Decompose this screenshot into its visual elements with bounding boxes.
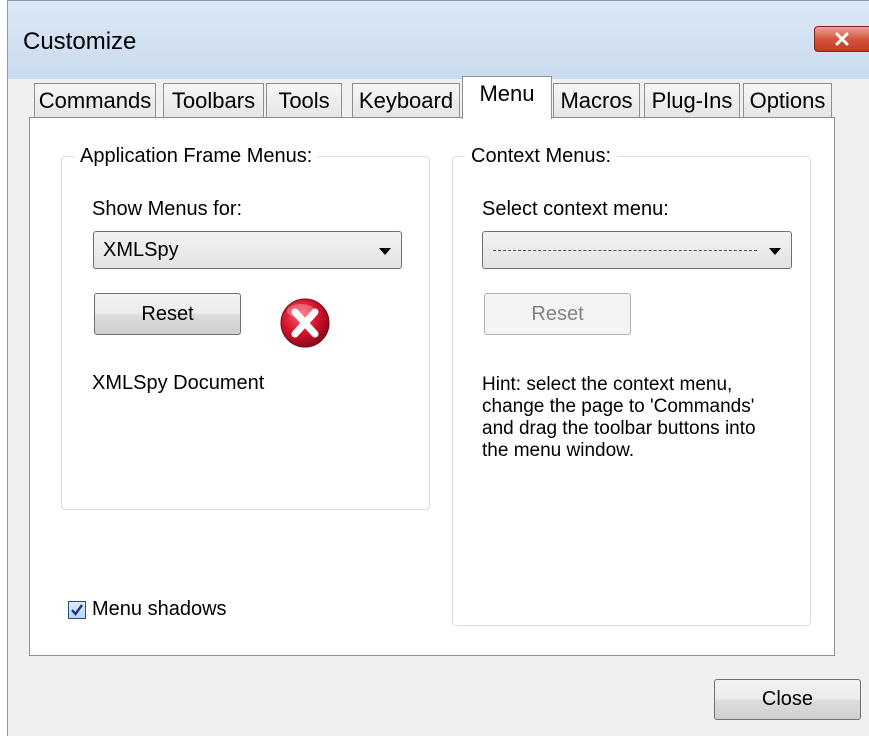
close-button[interactable]: Close: [714, 679, 861, 720]
tab-plug-ins[interactable]: Plug-Ins: [644, 83, 740, 118]
tab-label: Options: [749, 88, 826, 113]
tab-label: Toolbars: [171, 88, 256, 113]
tab-macros[interactable]: Macros: [553, 83, 640, 118]
tab-toolbars[interactable]: Toolbars: [163, 83, 264, 118]
dropdown-empty-value: [493, 250, 757, 251]
application-frame-menus-group: Application Frame Menus: Show Menus for:…: [61, 144, 430, 510]
select-context-menu-dropdown[interactable]: [482, 231, 792, 269]
tab-label: Menu: [479, 81, 535, 106]
tab-label: Commands: [38, 88, 152, 113]
close-window-button[interactable]: [814, 26, 869, 52]
tab-label: Plug-Ins: [651, 88, 733, 113]
button-label: Close: [761, 688, 814, 710]
menu-shadows-checkbox[interactable]: Menu shadows: [68, 598, 288, 622]
context-menus-group: Context Menus: Select context menu: Rese…: [452, 144, 811, 626]
hint-line: Hint: select the context menu,: [482, 374, 733, 395]
tab-label: Keyboard: [358, 88, 454, 113]
reset-app-menus-button[interactable]: Reset: [94, 293, 241, 335]
hint-line: change the page to 'Commands': [482, 396, 755, 417]
menu-shadows-label: Menu shadows: [92, 598, 227, 620]
title-bar: Customize: [8, 1, 869, 79]
chevron-down-icon: [769, 248, 781, 255]
show-menus-for-dropdown[interactable]: XMLSpy: [93, 231, 402, 269]
checkmark-icon: [71, 604, 83, 616]
tab-commands[interactable]: Commands: [34, 83, 156, 118]
tab-keyboard[interactable]: Keyboard: [352, 83, 460, 118]
error-close-icon[interactable]: [279, 297, 331, 349]
reset-context-menu-button[interactable]: Reset: [484, 293, 631, 335]
group-legend: Application Frame Menus:: [74, 144, 319, 168]
dropdown-value: XMLSpy: [103, 239, 179, 261]
hint-text: Hint: select the context menu, change th…: [482, 374, 756, 462]
close-icon: [835, 32, 849, 46]
show-menus-for-label: Show Menus for:: [92, 198, 243, 220]
customize-dialog: Customize Commands Toolbars Tools Keyboa…: [7, 0, 869, 736]
button-label: Reset: [531, 302, 584, 325]
xmlspy-document-label: XMLSpy Document: [92, 372, 265, 394]
group-legend: Context Menus:: [465, 144, 618, 168]
tab-label: Macros: [560, 88, 633, 113]
tab-menu[interactable]: Menu: [462, 76, 552, 119]
tab-options[interactable]: Options: [743, 83, 832, 118]
menu-tab-panel: Application Frame Menus: Show Menus for:…: [29, 117, 835, 656]
tab-label: Tools: [278, 88, 330, 113]
window-title: Customize: [23, 28, 137, 55]
select-context-menu-label: Select context menu:: [482, 198, 669, 220]
tab-tools[interactable]: Tools: [266, 83, 342, 118]
checkbox-box[interactable]: [68, 601, 86, 619]
hint-line: and drag the toolbar buttons into: [482, 418, 756, 439]
chevron-down-icon: [379, 248, 391, 255]
button-label: Reset: [141, 302, 194, 325]
dialog-client: Commands Toolbars Tools Keyboard Menu Ma…: [8, 76, 869, 736]
hint-line: the menu window.: [482, 440, 635, 461]
